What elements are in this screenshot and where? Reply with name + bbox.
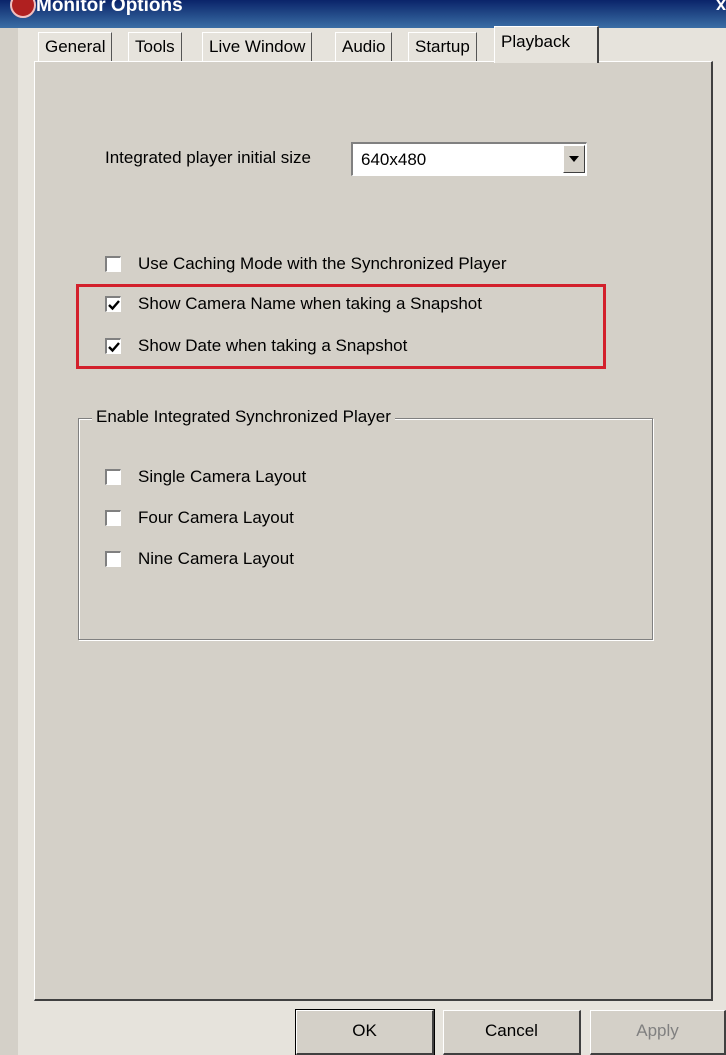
tab-tools[interactable]: Tools	[128, 32, 182, 61]
tab-playback[interactable]: Playback	[494, 26, 599, 63]
caching-mode-checkbox[interactable]	[105, 256, 121, 272]
nine-camera-layout-label: Nine Camera Layout	[138, 549, 294, 568]
chevron-down-icon[interactable]	[563, 145, 585, 173]
nine-camera-layout-checkbox[interactable]	[105, 551, 121, 567]
tab-general[interactable]: General	[38, 32, 113, 61]
caching-mode-label: Use Caching Mode with the Synchronized P…	[138, 254, 507, 273]
player-size-label: Integrated player initial size	[105, 148, 312, 167]
tab-audio[interactable]: Audio	[335, 32, 393, 61]
single-camera-layout-label: Single Camera Layout	[138, 467, 307, 486]
four-camera-layout-checkbox[interactable]	[105, 510, 121, 526]
highlight-box	[76, 284, 606, 369]
caching-mode-option[interactable]: Use Caching Mode with the Synchronized P…	[105, 252, 507, 276]
apply-button[interactable]: Apply	[590, 1010, 726, 1055]
four-camera-layout-label: Four Camera Layout	[138, 508, 294, 527]
tab-live-window[interactable]: Live Window	[202, 32, 313, 61]
app-icon	[10, 0, 36, 18]
cancel-button[interactable]: Cancel	[443, 1010, 581, 1055]
player-size-select[interactable]: 640x480	[351, 142, 587, 176]
four-camera-layout-option[interactable]: Four Camera Layout	[105, 506, 294, 530]
single-camera-layout-checkbox[interactable]	[105, 469, 121, 485]
ok-button[interactable]: OK	[295, 1009, 435, 1055]
nine-camera-layout-option[interactable]: Nine Camera Layout	[105, 547, 294, 571]
group-title: Enable Integrated Synchronized Player	[92, 407, 395, 427]
close-button[interactable]: x	[716, 0, 726, 15]
player-size-value: 640x480	[361, 150, 427, 169]
tab-startup[interactable]: Startup	[408, 32, 477, 61]
single-camera-layout-option[interactable]: Single Camera Layout	[105, 465, 306, 489]
window-title: Monitor Options	[36, 0, 183, 16]
title-bar: Monitor Options x	[0, 0, 726, 28]
